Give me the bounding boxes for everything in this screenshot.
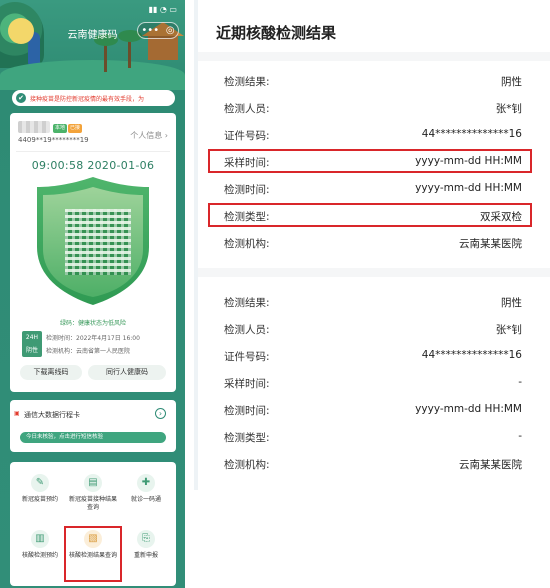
field-label: 证件号码: — [224, 130, 270, 142]
service-re-declare[interactable]: ⎘ 重新申报 — [120, 530, 172, 560]
close-circle-icon[interactable]: ◎ — [166, 25, 175, 36]
services-grid: ✎ 新冠疫苗预约 ▤ 新冠疫苗接种结果查询 ✚ 就诊一码通 ▥ 核酸检测预约 ▧… — [10, 462, 176, 586]
status-bar-icons: ▮▮ ◔ ▭ — [148, 5, 177, 14]
user-tag-green: 本地 — [53, 124, 68, 133]
badge-line-2: 阴性 — [25, 347, 38, 354]
service-nucleic-appointment[interactable]: ▥ 核酸检测预约 — [14, 530, 66, 560]
field-value: 44**************16 — [421, 128, 522, 140]
download-offline-code-button[interactable]: 下载离线码 — [20, 365, 82, 380]
field-label: 检测结果: — [224, 76, 270, 88]
field-label: 检测时间: — [224, 405, 270, 417]
chevron-right-icon[interactable]: › — [155, 408, 166, 419]
field-label: 检测机构: — [224, 238, 270, 250]
syringe-icon: ✎ — [31, 474, 49, 492]
field-value: - — [518, 430, 522, 442]
field-value: 44**************16 — [421, 349, 522, 361]
field-label: 检测人员: — [224, 324, 270, 336]
row-institution: 检测机构: 云南某某医院 — [198, 452, 546, 476]
field-label: 检测结果: — [224, 297, 270, 309]
field-value: 云南某某医院 — [459, 238, 522, 250]
test-tube-icon: ▥ — [31, 530, 49, 548]
row-institution: 检测机构: 云南某某医院 — [198, 231, 546, 255]
section-gap — [198, 52, 550, 61]
trip-card[interactable]: ▣ 通信大数据行程卡 › 今日未核验，点击进行短信核验 — [10, 400, 176, 452]
form-icon: ⎘ — [137, 530, 155, 548]
row-test-type: 检测类型: - — [198, 425, 546, 449]
field-value: 阴性 — [501, 297, 522, 309]
service-one-code-clinic[interactable]: ✚ 就诊一码通 — [120, 474, 172, 504]
nucleic-24h-badge: 24H 阴性 — [22, 331, 42, 357]
row-id-number: 证件号码: 44**************16 — [198, 123, 546, 147]
personal-info-link[interactable]: 个人信息 › — [130, 130, 168, 141]
palm-tree-illustration — [94, 34, 118, 72]
field-value: 张*钊 — [495, 324, 522, 336]
trip-card-title: 通信大数据行程卡 — [24, 411, 80, 419]
highlight-box-sampling-time — [208, 149, 532, 173]
service-label: 核酸检测预约 — [21, 552, 58, 559]
shield-inner — [43, 187, 143, 297]
vaccine-notice-bar[interactable]: ✔ 接种疫苗是防控新冠疫情的最有效手段，为 — [12, 90, 175, 106]
more-icon[interactable]: ••• — [141, 25, 159, 36]
field-value: 张*钊 — [495, 103, 522, 115]
row-test-time: 检测时间: yyyy-mm-dd HH:MM — [198, 398, 546, 422]
medical-cross-icon: ✚ — [137, 474, 155, 492]
service-vaccine-appointment[interactable]: ✎ 新冠疫苗预约 — [14, 474, 66, 504]
qr-status-text: 绿码：健康状态为低风险 — [59, 320, 126, 327]
service-label: 新冠疫苗预约 — [21, 496, 58, 503]
nucleic-result-page: 近期核酸检测结果 检测结果: 阴性 检测人员: 张*钊 证件号码: 44****… — [194, 0, 550, 588]
field-label: 采样时间: — [224, 378, 270, 390]
sms-verify-bar[interactable]: 今日未核验，点击进行短信核验 — [20, 432, 166, 443]
field-label: 检测类型: — [224, 432, 270, 444]
row-person: 检测人员: 张*钊 — [198, 317, 546, 341]
service-label: 就诊一码通 — [130, 496, 161, 503]
row-person: 检测人员: 张*钊 — [198, 96, 546, 120]
field-value: yyyy-mm-dd HH:MM — [415, 182, 522, 194]
masked-user-name — [18, 121, 50, 133]
health-code-card: 本地 已接 4409**19********19 个人信息 › 09:00:58… — [10, 113, 176, 392]
highlight-box-nucleic-query — [64, 526, 122, 582]
id-number: 4409**19********19 — [18, 136, 89, 144]
row-test-time: 检测时间: yyyy-mm-dd HH:MM — [198, 177, 546, 201]
service-vaccine-result-query[interactable]: ▤ 新冠疫苗接种结果查询 — [67, 474, 119, 512]
badge-line-1: 24H — [25, 334, 39, 341]
field-value: 云南某某医院 — [459, 459, 522, 471]
document-icon: ▤ — [84, 474, 102, 492]
field-label: 证件号码: — [224, 351, 270, 363]
shield-check-icon: ✔ — [16, 93, 26, 103]
companion-health-code-button[interactable]: 同行人健康码 — [88, 365, 166, 380]
row-result: 检测结果: 阴性 — [198, 69, 546, 93]
row-id-number: 证件号码: 44**************16 — [198, 344, 546, 368]
health-code-app-screen: ▮▮ ◔ ▭ 云南健康码 ••• ◎ ✔ 接种疫苗是防控新冠疫情的最有效手段，为… — [0, 0, 185, 588]
palm-tree-illustration — [118, 30, 142, 68]
test-time-line: 检测时间：2022年4月17日 16:00 — [46, 335, 140, 342]
row-sampling-time: 采样时间: - — [198, 371, 546, 395]
trip-card-logo-icon: ▣ — [14, 410, 20, 417]
field-label: 检测机构: — [224, 459, 270, 471]
qr-code-icon[interactable] — [65, 209, 131, 275]
user-tag-orange: 已接 — [68, 124, 83, 133]
field-value: yyyy-mm-dd HH:MM — [415, 403, 522, 415]
green-shield-icon — [37, 177, 149, 305]
hill-illustration — [0, 60, 185, 90]
mini-program-capsule[interactable]: ••• ◎ — [137, 22, 179, 39]
divider — [16, 151, 170, 152]
field-value: - — [518, 376, 522, 388]
row-result: 检测结果: 阴性 — [198, 290, 546, 314]
field-label: 检测时间: — [224, 184, 270, 196]
field-label: 检测人员: — [224, 103, 270, 115]
service-label: 新冠疫苗接种结果查询 — [68, 496, 117, 511]
field-value: 阴性 — [501, 76, 522, 88]
service-label: 重新申报 — [133, 552, 158, 559]
section-gap — [198, 268, 550, 277]
page-title: 近期核酸检测结果 — [216, 24, 337, 42]
test-org-line: 检测机构：云南省第一人民医院 — [46, 348, 131, 355]
highlight-box-test-type — [208, 203, 532, 227]
current-time: 09:00:58 2020-01-06 — [31, 159, 155, 172]
notice-text: 接种疫苗是防控新冠疫情的最有效手段，为 — [30, 95, 145, 103]
